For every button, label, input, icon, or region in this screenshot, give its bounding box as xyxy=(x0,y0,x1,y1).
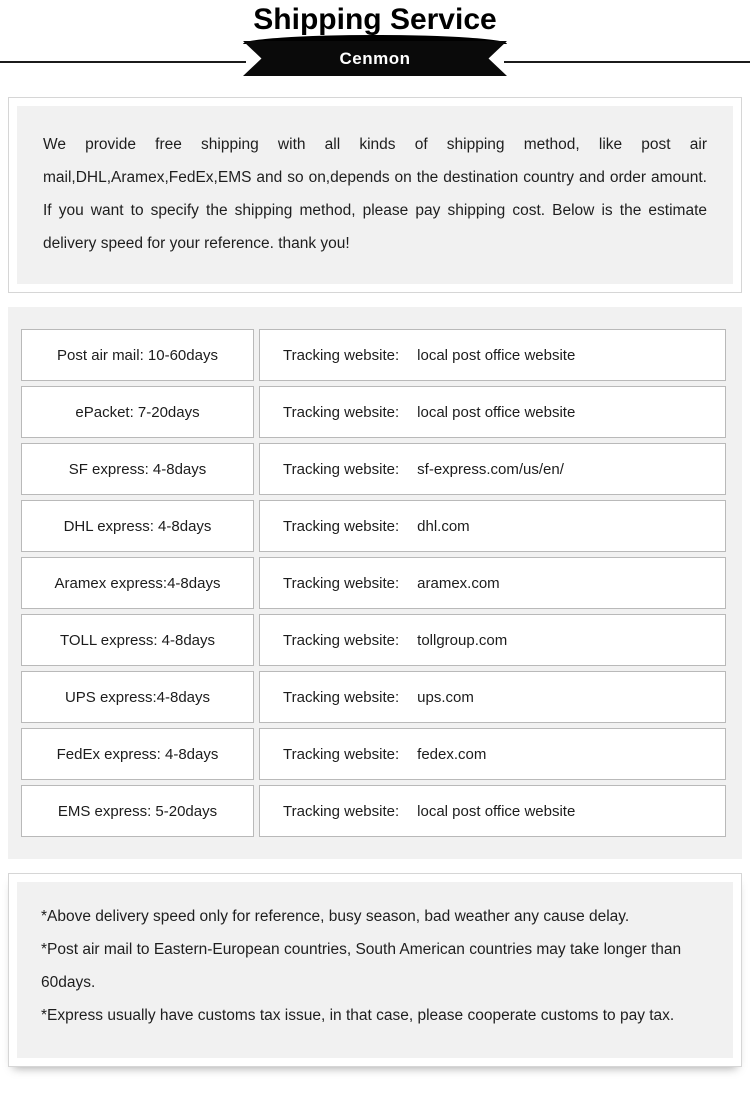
tracking-website-label: Tracking website: xyxy=(283,631,400,649)
tracking-website-cell: Tracking website: dhl.com xyxy=(259,500,726,552)
notes-panel: *Above delivery speed only for reference… xyxy=(8,873,742,1067)
shipping-method-cell: Post air mail: 10-60days xyxy=(21,329,254,381)
tracking-website-label: Tracking website: xyxy=(283,517,400,535)
tracking-website-label: Tracking website: xyxy=(283,460,400,478)
notes-list: *Above delivery speed only for reference… xyxy=(41,900,709,1032)
intro-panel: We provide free shipping with all kinds … xyxy=(8,97,742,293)
shipping-method-cell: SF express: 4-8days xyxy=(21,443,254,495)
header-rule-left xyxy=(0,61,246,63)
table-row: Post air mail: 10-60days Tracking website… xyxy=(21,329,726,381)
tracking-website-value: ups.com xyxy=(417,688,474,706)
table-row: FedEx express: 4-8days Tracking website: f… xyxy=(21,728,726,780)
shipping-method-cell: ePacket: 7-20days xyxy=(21,386,254,438)
tracking-website-value: local post office website xyxy=(417,403,576,421)
tracking-website-value: tollgroup.com xyxy=(417,631,508,649)
tracking-website-value: sf-express.com/us/en/ xyxy=(417,460,564,478)
shipping-method-cell: FedEx express: 4-8days xyxy=(21,728,254,780)
table-row: DHL express: 4-8days Tracking website: dhl… xyxy=(21,500,726,552)
note-line: *Express usually have customs tax issue,… xyxy=(41,1007,675,1024)
tracking-website-value: local post office website xyxy=(417,802,576,820)
shipping-method-cell: TOLL express: 4-8days xyxy=(21,614,254,666)
tracking-website-cell: Tracking website: local post office websi… xyxy=(259,329,726,381)
shipping-method-cell: UPS express:4-8days xyxy=(21,671,254,723)
note-line: *Post air mail to Eastern-European count… xyxy=(41,941,682,991)
tracking-website-label: Tracking website: xyxy=(283,346,400,364)
tracking-website-label: Tracking website: xyxy=(283,403,400,421)
tracking-website-label: Tracking website: xyxy=(283,802,400,820)
table-row: Aramex express:4-8days Tracking website: a… xyxy=(21,557,726,609)
shipping-method-cell: DHL express: 4-8days xyxy=(21,500,254,552)
page-title: Shipping Service xyxy=(253,3,497,36)
shipping-methods-table: Post air mail: 10-60days Tracking website… xyxy=(8,307,742,859)
table-row: TOLL express: 4-8days Tracking website: to… xyxy=(21,614,726,666)
tracking-website-cell: Tracking website: fedex.com xyxy=(259,728,726,780)
intro-inner: We provide free shipping with all kinds … xyxy=(17,106,733,284)
page-header: Shipping Service Cenmon xyxy=(0,0,750,88)
notes-inner: *Above delivery speed only for reference… xyxy=(17,882,733,1058)
shipping-methods-rows: Post air mail: 10-60days Tracking website… xyxy=(21,329,726,837)
table-row: EMS express: 5-20days Tracking website: lo… xyxy=(21,785,726,837)
tracking-website-value: aramex.com xyxy=(417,574,500,592)
table-row: ePacket: 7-20days Tracking website: local … xyxy=(21,386,726,438)
tracking-website-value: local post office website xyxy=(417,346,576,364)
table-row: SF express: 4-8days Tracking website: sf-e… xyxy=(21,443,726,495)
tracking-website-cell: Tracking website: ups.com xyxy=(259,671,726,723)
tracking-website-cell: Tracking website: tollgroup.com xyxy=(259,614,726,666)
note-line: *Above delivery speed only for reference… xyxy=(41,908,630,925)
intro-paragraph: We provide free shipping with all kinds … xyxy=(43,136,707,252)
tracking-website-cell: Tracking website: sf-express.com/us/en/ xyxy=(259,443,726,495)
table-row: UPS express:4-8days Tracking website: ups.… xyxy=(21,671,726,723)
tracking-website-label: Tracking website: xyxy=(283,688,400,706)
header-rule-right xyxy=(504,61,750,63)
tracking-website-cell: Tracking website: aramex.com xyxy=(259,557,726,609)
tracking-website-label: Tracking website: xyxy=(283,574,400,592)
tracking-website-cell: Tracking website: local post office websi… xyxy=(259,785,726,837)
tracking-website-value: dhl.com xyxy=(417,517,470,535)
shipping-method-cell: Aramex express:4-8days xyxy=(21,557,254,609)
shipping-method-cell: EMS express: 5-20days xyxy=(21,785,254,837)
tracking-website-cell: Tracking website: local post office websi… xyxy=(259,386,726,438)
brand-ribbon-label: Cenmon xyxy=(339,48,411,68)
tracking-website-label: Tracking website: xyxy=(283,745,400,763)
tracking-website-value: fedex.com xyxy=(417,745,487,763)
